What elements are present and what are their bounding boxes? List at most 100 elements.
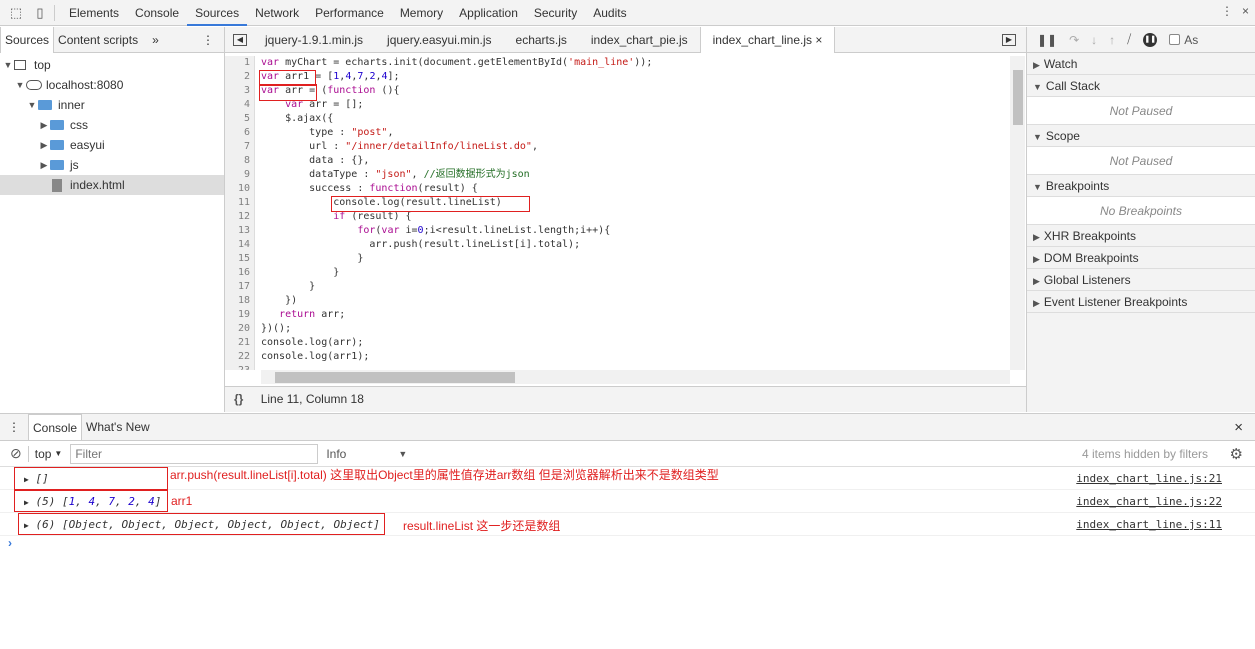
tab-memory[interactable]: Memory [392,0,451,26]
line-number[interactable]: 20 [225,322,255,336]
tree-item-inner[interactable]: ▼ inner [0,95,224,115]
step-into-icon[interactable]: ↓ [1091,33,1097,47]
tree-item-easyui[interactable]: ▶ easyui [0,135,224,155]
step-out-icon[interactable]: ↑ [1109,33,1115,47]
drawer-menu-icon[interactable]: ⋮ [8,420,20,434]
pause-on-exceptions-icon[interactable]: ❚❚ [1143,32,1158,47]
code-line[interactable]: 19 return arr; [225,308,1010,322]
code-line[interactable]: 5 $.ajax({ [225,112,1010,126]
scrollbar-thumb[interactable] [1013,70,1023,125]
line-number[interactable]: 17 [225,280,255,294]
tree-item-index-html[interactable]: index.html [0,175,224,195]
line-number[interactable]: 1 [225,56,255,70]
line-number[interactable]: 16 [225,266,255,280]
source-link[interactable]: index_chart_line.js:22 [1076,490,1222,513]
section-header[interactable]: ▼ Breakpoints [1027,175,1255,197]
tab-audits[interactable]: Audits [585,0,634,26]
console-message[interactable]: ▶ [] arr.push(result.lineList[i].total) … [0,467,1255,490]
close-devtools-icon[interactable]: × [1242,4,1249,18]
async-checkbox[interactable] [1169,34,1181,45]
code-line[interactable]: 1 var myChart = echarts.init(document.get… [225,56,1010,70]
section-header[interactable]: ▶ DOM Breakpoints [1027,247,1255,269]
editor-tab[interactable]: echarts.js [504,27,579,53]
tab-console-drawer[interactable]: Console [28,414,83,440]
line-number[interactable]: 2 [225,70,255,84]
code-line[interactable]: 13 for(var i= 0 ;i<result.lineList.length;… [225,224,1010,238]
code-line[interactable]: 8 data : {}, [225,154,1010,168]
line-number[interactable]: 13 [225,224,255,238]
line-number[interactable]: 7 [225,140,255,154]
tab-application[interactable]: Application [451,0,526,26]
section-header[interactable]: ▶ Watch [1027,53,1255,75]
tab-network[interactable]: Network [247,0,307,26]
code-line[interactable]: 3 var arr = (function (){ [225,84,1010,98]
close-tab-icon[interactable]: × [815,33,822,47]
line-number[interactable]: 11 [225,196,255,210]
console-prompt[interactable]: › [0,536,1255,556]
clear-console-icon[interactable]: ⊘ [10,445,22,462]
device-toolbar-icon[interactable]: ▯ [32,5,48,21]
editor-tab[interactable]: jquery.easyui.min.js [375,27,503,53]
console-settings-icon[interactable]: ⚙ [1230,445,1243,463]
vertical-scrollbar[interactable] [1010,56,1025,370]
filter-input[interactable] [70,443,319,464]
tab-whats-new[interactable]: What's New [82,420,154,434]
code-area[interactable]: 1 var myChart = echarts.init(document.get… [225,56,1010,370]
code-line[interactable]: 18 }) [225,294,1010,308]
tab-content-scripts[interactable]: Content scripts [54,27,142,53]
more-options-icon[interactable]: ⋮ [1221,4,1233,18]
source-link[interactable]: index_chart_line.js:21 [1076,467,1222,490]
section-header[interactable]: ▼ Call Stack [1027,75,1255,97]
section-header[interactable]: ▶ Event Listener Breakpoints [1027,291,1255,313]
scrollbar-thumb[interactable] [275,372,515,383]
tree-item-js[interactable]: ▶ js [0,155,224,175]
code-line[interactable]: 6 type : "post", [225,126,1010,140]
code-line[interactable]: 2 var arr1 = [1, 4, 7, 2, 4]; [225,70,1010,84]
section-header[interactable]: ▼ Scope [1027,125,1255,147]
pretty-print-button[interactable]: {} [234,392,243,406]
line-number[interactable]: 10 [225,182,255,196]
section-header[interactable]: ▶ XHR Breakpoints [1027,225,1255,247]
code-line[interactable]: 4 var arr = []; [225,98,1010,112]
navigator-menu-icon[interactable]: ⋮ [202,33,214,47]
tab-sources-nav[interactable]: Sources [0,26,55,53]
console-message[interactable]: ▶ (6) [Object, Object, Object, Object, O… [0,513,1255,536]
inspect-element-icon[interactable]: ⬚ [8,5,24,21]
tab-sources[interactable]: Sources [187,0,248,26]
tab-security[interactable]: Security [526,0,585,26]
line-number[interactable]: 14 [225,238,255,252]
line-number[interactable]: 8 [225,154,255,168]
tree-item-top[interactable]: ▼ top [0,55,224,75]
line-number[interactable]: 18 [225,294,255,308]
code-line[interactable]: 7 url : "/inner/detailInfo/lineList.do", [225,140,1010,154]
editor-tab-active[interactable]: index_chart_line.js × [699,26,836,53]
line-number[interactable]: 22 [225,350,255,364]
line-number[interactable]: 12 [225,210,255,224]
more-tabs-button[interactable]: » [148,27,163,53]
context-selector[interactable]: top [35,447,52,461]
tab-console[interactable]: Console [127,0,187,26]
line-number[interactable]: 3 [225,84,255,98]
code-line[interactable]: 12 if (result) { [225,210,1010,224]
line-number[interactable]: 21 [225,336,255,350]
line-number[interactable]: 9 [225,168,255,182]
code-line[interactable]: 15 } [225,252,1010,266]
tree-item-css[interactable]: ▶ css [0,115,224,135]
code-line[interactable]: 9 dataType : "json", //返回数据形式为json [225,168,1010,182]
line-number[interactable]: 4 [225,98,255,112]
section-header[interactable]: ▶ Global Listeners [1027,269,1255,291]
editor-tab[interactable]: jquery-1.9.1.min.js [253,27,375,53]
tab-performance[interactable]: Performance [307,0,392,26]
code-line[interactable]: 14 arr.push(result.lineList[i].total); [225,238,1010,252]
line-number[interactable]: 19 [225,308,255,322]
close-drawer-icon[interactable]: × [1234,419,1243,436]
editor-tab[interactable]: index_chart_pie.js [579,27,700,53]
pause-icon[interactable]: ❚❚ [1037,33,1057,47]
toggle-debugger-icon[interactable]: ▶ [1002,33,1016,46]
code-line[interactable]: 20})(); [225,322,1010,336]
code-line[interactable]: 22 console.log(arr1); [225,350,1010,364]
code-line[interactable]: 16 } [225,266,1010,280]
code-line[interactable]: 21 console.log(arr); [225,336,1010,350]
step-over-icon[interactable]: ↷ [1069,33,1079,47]
line-number[interactable]: 23 [225,364,255,370]
